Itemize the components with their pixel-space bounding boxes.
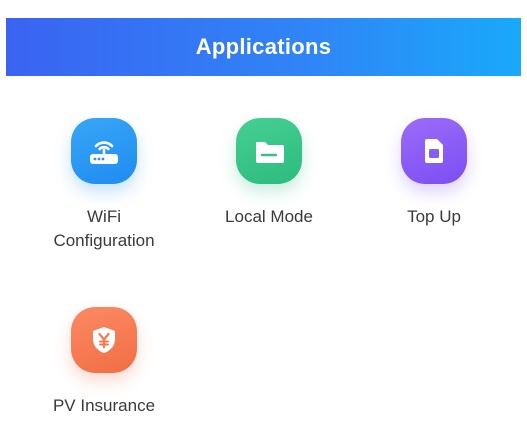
page-title: Applications <box>195 34 332 59</box>
app-top-up[interactable]: Top Up <box>354 118 514 229</box>
app-wifi-configuration[interactable]: WiFi Configuration <box>24 118 184 253</box>
app-label: Top Up <box>407 207 461 226</box>
shield-yen-icon <box>71 307 137 373</box>
app-label: Local Mode <box>225 207 313 226</box>
folder-icon <box>236 118 302 184</box>
wifi-router-icon <box>71 118 137 184</box>
app-pv-insurance[interactable]: PV Insurance <box>24 307 184 418</box>
app-header: Applications <box>6 18 521 76</box>
app-label: PV Insurance <box>52 396 156 415</box>
app-label: WiFi Configuration <box>53 207 155 250</box>
app-local-mode[interactable]: Local Mode <box>189 118 349 229</box>
sim-card-icon <box>401 118 467 184</box>
